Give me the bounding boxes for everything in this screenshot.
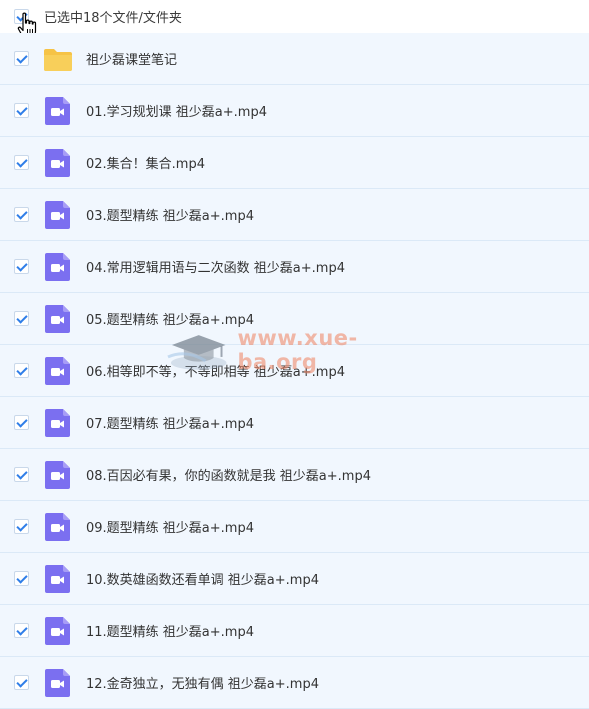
file-checkbox[interactable] xyxy=(14,519,29,534)
file-name[interactable]: 06.相等即不等，不等即相等 祖少磊a+.mp4 xyxy=(86,361,345,380)
video-icon xyxy=(45,460,70,489)
file-row[interactable]: 06.相等即不等，不等即相等 祖少磊a+.mp4 xyxy=(0,345,589,397)
file-row[interactable]: 01.学习规划课 祖少磊a+.mp4 xyxy=(0,85,589,137)
video-icon xyxy=(45,200,70,229)
file-checkbox[interactable] xyxy=(14,259,29,274)
file-name[interactable]: 04.常用逻辑用语与二次函数 祖少磊a+.mp4 xyxy=(86,257,345,276)
selection-count: 已选中18个文件/文件夹 xyxy=(44,11,182,26)
video-icon xyxy=(45,668,70,697)
video-icon xyxy=(45,564,70,593)
video-icon xyxy=(45,512,70,541)
file-name[interactable]: 01.学习规划课 祖少磊a+.mp4 xyxy=(86,101,267,120)
file-list: 祖少磊课堂笔记 01.学习规划课 祖少磊a+.mp4 02.集合！集合.mp4 03.… xyxy=(0,33,589,709)
video-icon xyxy=(45,356,70,385)
folder-icon xyxy=(44,48,72,71)
video-icon xyxy=(45,408,70,437)
file-checkbox[interactable] xyxy=(14,363,29,378)
file-row[interactable]: 04.常用逻辑用语与二次函数 祖少磊a+.mp4 xyxy=(0,241,589,293)
file-name[interactable]: 12.金奇独立，无独有偶 祖少磊a+.mp4 xyxy=(86,673,319,692)
file-checkbox[interactable] xyxy=(14,311,29,326)
file-row[interactable]: 02.集合！集合.mp4 xyxy=(0,137,589,189)
file-checkbox[interactable] xyxy=(14,155,29,170)
video-icon xyxy=(45,616,70,645)
video-icon xyxy=(45,304,70,333)
file-name[interactable]: 05.题型精练 祖少磊a+.mp4 xyxy=(86,309,254,328)
file-name[interactable]: 10.数英雄函数还看单调 祖少磊a+.mp4 xyxy=(86,569,319,588)
video-icon xyxy=(45,148,70,177)
video-icon xyxy=(45,96,70,125)
file-name[interactable]: 08.百因必有果，你的函数就是我 祖少磊a+.mp4 xyxy=(86,465,371,484)
file-checkbox[interactable] xyxy=(14,571,29,586)
file-row[interactable]: 07.题型精练 祖少磊a+.mp4 xyxy=(0,397,589,449)
file-row[interactable]: 05.题型精练 祖少磊a+.mp4 xyxy=(0,293,589,345)
file-name[interactable]: 祖少磊课堂笔记 xyxy=(86,49,177,68)
file-checkbox[interactable] xyxy=(14,623,29,638)
file-name[interactable]: 03.题型精练 祖少磊a+.mp4 xyxy=(86,205,254,224)
file-name[interactable]: 02.集合！集合.mp4 xyxy=(86,153,205,172)
file-row[interactable]: 12.金奇独立，无独有偶 祖少磊a+.mp4 xyxy=(0,657,589,709)
file-row[interactable]: 03.题型精练 祖少磊a+.mp4 xyxy=(0,189,589,241)
file-checkbox[interactable] xyxy=(14,415,29,430)
file-checkbox[interactable] xyxy=(14,103,29,118)
file-row[interactable]: 祖少磊课堂笔记 xyxy=(0,33,589,85)
file-checkbox[interactable] xyxy=(14,675,29,690)
file-checkbox[interactable] xyxy=(14,207,29,222)
file-row[interactable]: 10.数英雄函数还看单调 祖少磊a+.mp4 xyxy=(0,553,589,605)
file-row[interactable]: 08.百因必有果，你的函数就是我 祖少磊a+.mp4 xyxy=(0,449,589,501)
video-icon xyxy=(45,252,70,281)
file-row[interactable]: 11.题型精练 祖少磊a+.mp4 xyxy=(0,605,589,657)
file-checkbox[interactable] xyxy=(14,51,29,66)
file-row[interactable]: 09.题型精练 祖少磊a+.mp4 xyxy=(0,501,589,553)
file-checkbox[interactable] xyxy=(14,467,29,482)
file-name[interactable]: 07.题型精练 祖少磊a+.mp4 xyxy=(86,413,254,432)
file-name[interactable]: 09.题型精练 祖少磊a+.mp4 xyxy=(86,517,254,536)
selection-header: 已选中18个文件/文件夹 xyxy=(0,0,589,39)
file-name[interactable]: 11.题型精练 祖少磊a+.mp4 xyxy=(86,621,254,640)
